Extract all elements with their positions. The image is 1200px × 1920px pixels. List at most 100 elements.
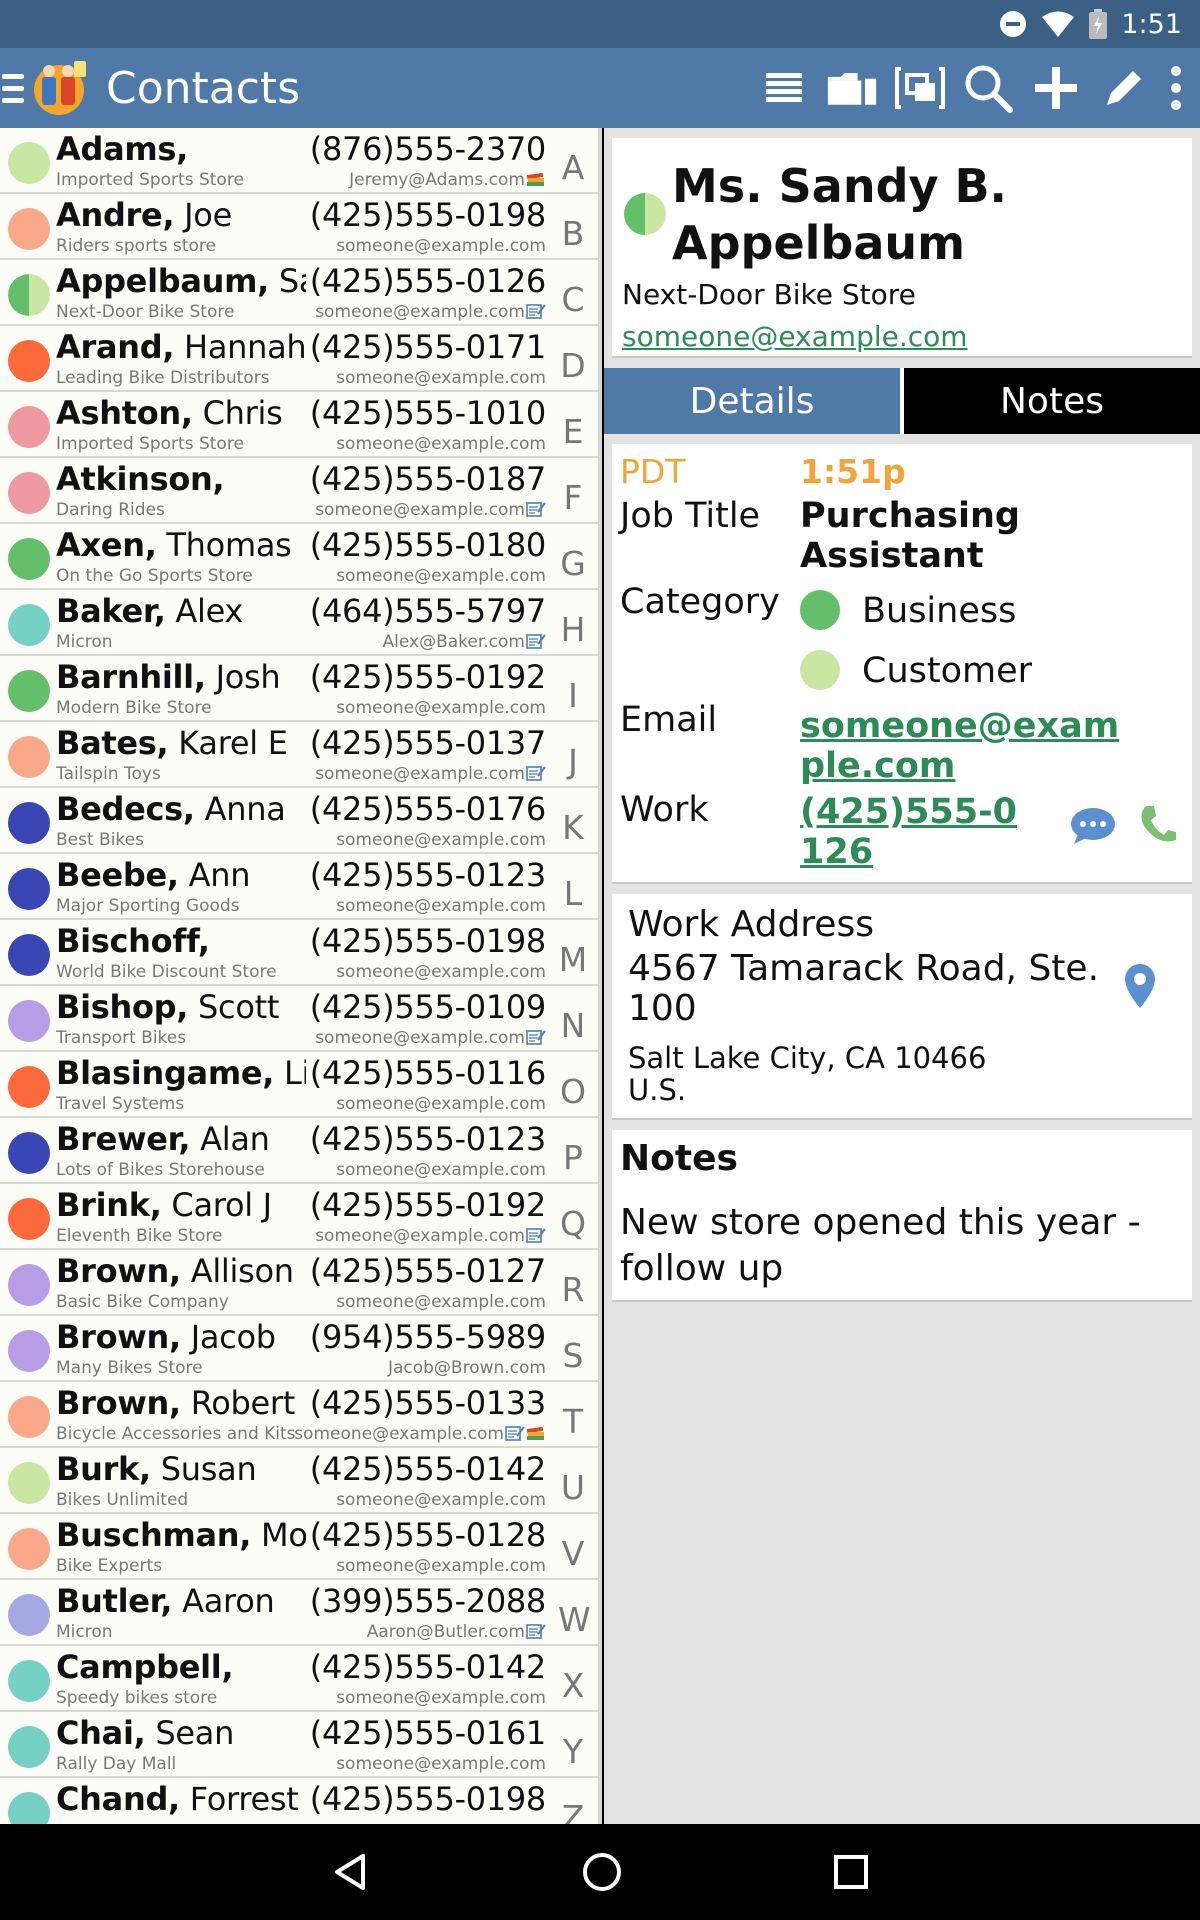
index-letter[interactable]: A [558,148,588,187]
contact-last-name: Brown, [56,1252,181,1290]
home-icon[interactable] [581,1851,623,1893]
contact-email-link[interactable]: someone@example.com [622,320,968,353]
category-dot-icon [8,1198,50,1240]
index-letter[interactable]: X [558,1666,588,1705]
contact-email: someone@example.com [336,1688,546,1708]
contact-company: Imported Sports Store [56,170,244,190]
contact-row[interactable]: Adams, (876)555-2370 Imported Sports Store… [0,128,598,194]
contact-row[interactable]: Arand, Hannah (425)555-0171 Leading Bike D… [0,326,598,392]
tab-details[interactable]: Details [604,368,904,434]
contact-name: Brewer, Alan [56,1120,270,1158]
drawer-menu-icon[interactable] [2,73,24,103]
contact-row[interactable]: Campbell, (425)555-0142 Speedy bikes store… [0,1646,598,1712]
contact-row[interactable]: Brink, Carol J (425)555-0192 Eleventh Bike… [0,1184,598,1250]
contact-row[interactable]: Beebe, Ann (425)555-0123 Major Sporting Go… [0,854,598,920]
contact-name: Brown, Jacob [56,1318,276,1356]
index-letter[interactable]: U [558,1468,588,1507]
address-street: 4567 Tamarack Road, Ste. 100 [628,948,1100,1029]
contact-company: Bikes Unlimited [56,1490,189,1510]
contact-phone: (399)555-2088 [309,1582,547,1620]
contact-row[interactable]: Bedecs, Anna (425)555-0176 Best Bikes someo… [0,788,598,854]
index-letter[interactable]: K [558,808,588,847]
address-country: U.S. [628,1073,687,1107]
contact-row[interactable]: Andre, Joe (425)555-0198 Riders sports sto… [0,194,598,260]
contact-row[interactable]: Brown, Robert (425)555-0133 Bicycle Access… [0,1382,598,1448]
contact-row[interactable]: Brown, Allison (425)555-0127 Basic Bike Co… [0,1250,598,1316]
index-letter[interactable]: C [558,280,588,319]
contact-row[interactable]: Barnhill, Josh (425)555-0192 Modern Bike S… [0,656,598,722]
contact-company: Modern Bike Store [56,698,212,718]
contact-first-name: Sean [145,1714,235,1752]
index-letter[interactable]: Q [558,1204,588,1243]
index-letter[interactable]: F [558,478,588,517]
address-card[interactable]: Work Address 4567 Tamarack Road, Ste. 10… [612,894,1192,1120]
index-letter[interactable]: J [558,742,588,781]
contact-last-name: Brewer, [56,1120,191,1158]
contact-phone: (425)555-0198 [309,196,547,234]
category-dot-icon [8,1792,50,1824]
index-letter[interactable]: T [558,1402,588,1441]
index-letter[interactable]: G [558,544,588,583]
index-letter[interactable]: I [558,676,588,715]
contact-row[interactable]: Butler, Aaron (399)555-2088 Micron Aaron@Bu… [0,1580,598,1646]
contact-email-text: someone@example.com [336,1754,546,1774]
contact-email-text: someone@example.com [336,368,546,388]
contact-row[interactable]: Buschman, Mo (425)555-0128 Bike Experts som… [0,1514,598,1580]
contact-company: World Bike Discount Store [56,962,277,982]
index-letter[interactable]: V [558,1534,588,1573]
category-dot-icon [8,1726,50,1768]
phone-call-icon[interactable] [1138,802,1178,846]
contact-phone: (425)555-0176 [309,790,547,828]
index-letter[interactable]: W [558,1600,591,1639]
email-value-link[interactable]: someone@example.com [800,706,1140,786]
contact-first-name: Aaron [172,1582,275,1620]
contact-row[interactable]: Bishop, Scott (425)555-0109 Transport Bike… [0,986,598,1052]
category-dot-icon [8,538,50,580]
contact-row[interactable]: Axen, Thomas (425)555-0180 On the Go Sport… [0,524,598,590]
index-letter[interactable]: O [558,1072,588,1111]
index-letter[interactable]: B [558,214,588,253]
index-letter[interactable]: D [558,346,588,385]
index-letter[interactable]: P [558,1138,588,1177]
index-letter[interactable]: H [558,610,588,649]
contact-row[interactable]: Atkinson, (425)555-0187 Daring Rides someon… [0,458,598,524]
contact-last-name: Appelbaum, [56,262,270,300]
contact-row[interactable]: Baker, Alex (464)555-5797 Micron Alex@Baker… [0,590,598,656]
multi-window-icon[interactable] [894,60,946,116]
contact-row[interactable]: Blasingame, Lin(425)555-0116 Travel Syste… [0,1052,598,1118]
recents-icon[interactable] [833,1854,869,1890]
index-letter[interactable]: Z [558,1798,588,1824]
add-icon[interactable] [1030,60,1082,116]
folders-icon[interactable] [826,60,878,116]
index-letter[interactable]: E [558,412,588,451]
contact-row[interactable]: Burk, Susan (425)555-0142 Bikes Unlimited s… [0,1448,598,1514]
contact-row[interactable]: Chand, Forrest (425)555-0198 Z [0,1778,598,1824]
work-phone-link[interactable]: (425)555-0126 [800,792,1020,872]
map-pin-icon[interactable] [1124,964,1156,1008]
tab-notes[interactable]: Notes [904,368,1200,434]
contact-row[interactable]: Chai, Sean (425)555-0161 Rally Day Mall som… [0,1712,598,1778]
contact-list[interactable]: Adams, (876)555-2370 Imported Sports Store… [0,128,602,1824]
overflow-menu-icon[interactable] [1166,60,1186,116]
contact-row[interactable]: Bates, Karel E (425)555-0137 Tailspin Toys… [0,722,598,788]
list-view-icon[interactable] [758,60,810,116]
category-dot-icon [8,1000,50,1042]
contact-row[interactable]: Bischoff, (425)555-0198 World Bike Discoun… [0,920,598,986]
search-icon[interactable] [962,60,1014,116]
index-letter[interactable]: Y [558,1732,588,1771]
edit-icon[interactable] [1098,60,1150,116]
back-icon[interactable] [331,1852,371,1892]
message-icon[interactable] [1070,806,1116,846]
contact-name: Bedecs, Anna [56,790,286,828]
index-letter[interactable]: N [558,1006,588,1045]
index-letter[interactable]: M [558,940,588,979]
contact-row[interactable]: Ashton, Chris (425)555-1010 Imported Sport… [0,392,598,458]
contact-row[interactable]: Brewer, Alan (425)555-0123 Lots of Bikes S… [0,1118,598,1184]
contact-row[interactable]: Brown, Jacob (954)555-5989 Many Bikes Stor… [0,1316,598,1382]
contact-email-text: someone@example.com [315,1226,525,1246]
index-letter[interactable]: S [558,1336,588,1375]
contact-last-name: Bischoff, [56,922,210,960]
index-letter[interactable]: L [558,874,588,913]
index-letter[interactable]: R [558,1270,588,1309]
contact-row[interactable]: Appelbaum, Sa(425)555-0126 Next-Door Bike… [0,260,598,326]
